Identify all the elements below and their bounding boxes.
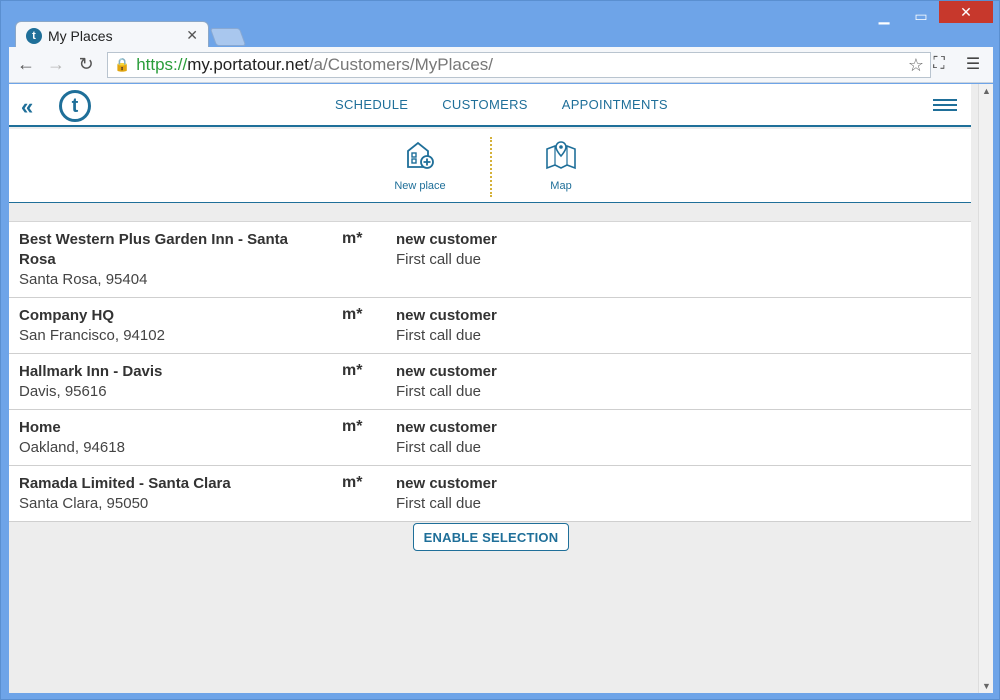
nav-customers[interactable]: CUSTOMERS: [442, 97, 528, 112]
list-item[interactable]: Ramada Limited - Santa Clara Santa Clara…: [9, 466, 971, 522]
map-button[interactable]: Map: [521, 139, 601, 192]
status-label: new customer: [396, 363, 497, 380]
map-label: Map: [550, 180, 572, 192]
places-list: Best Western Plus Garden Inn - Santa Ros…: [9, 221, 971, 522]
place-name: Home: [19, 419, 61, 436]
url-host: my.portatour.net: [187, 55, 309, 74]
lock-icon: 🔒: [114, 57, 131, 72]
list-item[interactable]: Company HQ San Francisco, 94102 m* new c…: [9, 298, 971, 354]
app-navigation: « t SCHEDULE CUSTOMERS APPOINTMENTS: [9, 84, 971, 127]
place-name: Company HQ: [19, 307, 115, 324]
place-name: Best Western Plus Garden Inn - Santa Ros…: [19, 231, 288, 268]
bookmark-star-icon[interactable]: ☆: [908, 55, 924, 76]
tab-strip: t My Places ✕ ▁ ▭ ✕: [1, 1, 1000, 49]
hamburger-menu-icon[interactable]: [933, 99, 957, 113]
status-label: new customer: [396, 231, 497, 248]
tab-close-icon[interactable]: ✕: [186, 27, 198, 44]
place-code: m*: [342, 230, 363, 247]
new-place-label: New place: [394, 180, 446, 192]
maximize-icon[interactable]: ▭: [904, 1, 938, 31]
scroll-down-icon[interactable]: ▼: [982, 681, 991, 691]
list-item[interactable]: Hallmark Inn - Davis Davis, 95616 m* new…: [9, 354, 971, 410]
list-item[interactable]: Best Western Plus Garden Inn - Santa Ros…: [9, 222, 971, 298]
status-label: new customer: [396, 475, 497, 492]
enable-selection-button[interactable]: ENABLE SELECTION: [413, 523, 569, 551]
browser-toolbar: ← → ↻ 🔒 https://my.portatour.net/a/Custo…: [9, 47, 993, 83]
place-status: new customer First call due: [396, 418, 497, 458]
status-note: First call due: [396, 251, 482, 268]
action-divider: [490, 137, 492, 197]
url-path: /a/Customers/MyPlaces/: [308, 55, 494, 74]
action-bar: New place Map: [9, 129, 971, 203]
new-place-button[interactable]: New place: [380, 139, 460, 192]
collapse-chevrons-icon[interactable]: «: [21, 94, 34, 120]
status-note: First call due: [396, 495, 482, 512]
place-status: new customer First call due: [396, 474, 497, 514]
window-close-icon[interactable]: ✕: [939, 1, 993, 23]
new-tab-button[interactable]: [209, 28, 247, 46]
status-label: new customer: [396, 419, 497, 436]
scroll-up-icon[interactable]: ▲: [982, 86, 991, 96]
map-pin-icon: [546, 141, 576, 170]
back-arrow-icon[interactable]: ←: [13, 52, 39, 78]
portatour-logo[interactable]: t: [59, 90, 91, 122]
browser-tab[interactable]: t My Places ✕: [15, 21, 209, 49]
place-code: m*: [342, 474, 363, 491]
status-label: new customer: [396, 307, 497, 324]
nav-schedule[interactable]: SCHEDULE: [335, 97, 408, 112]
reload-icon[interactable]: ↻: [73, 52, 99, 78]
portatour-favicon-icon: t: [26, 27, 42, 44]
address-bar[interactable]: 🔒 https://my.portatour.net/a/Customers/M…: [107, 52, 931, 78]
place-code: m*: [342, 418, 363, 435]
list-item[interactable]: Home Oakland, 94618 m* new customer Firs…: [9, 410, 971, 466]
tab-title: My Places: [48, 27, 113, 44]
browser-window: t My Places ✕ ▁ ▭ ✕ ← → ↻ 🔒 https://my.p…: [0, 0, 1000, 700]
status-note: First call due: [396, 439, 482, 456]
minimize-icon[interactable]: ▁: [867, 1, 901, 31]
place-status: new customer First call due: [396, 362, 497, 402]
status-note: First call due: [396, 383, 482, 400]
place-code: m*: [342, 362, 363, 379]
place-name: Hallmark Inn - Davis: [19, 363, 163, 380]
place-address: Santa Rosa, 95404: [19, 271, 148, 288]
vertical-scrollbar[interactable]: ▲ ▼: [978, 84, 993, 693]
status-note: First call due: [396, 327, 482, 344]
place-status: new customer First call due: [396, 306, 497, 346]
cast-screen-icon[interactable]: ⛶: [927, 52, 951, 76]
chrome-menu-icon[interactable]: ☰: [961, 52, 985, 76]
place-status: new customer First call due: [396, 230, 497, 270]
nav-appointments[interactable]: APPOINTMENTS: [562, 97, 668, 112]
place-name: Ramada Limited - Santa Clara: [19, 475, 231, 492]
url-scheme: https://: [136, 55, 188, 74]
place-code: m*: [342, 306, 363, 323]
page-content: « t SCHEDULE CUSTOMERS APPOINTMENTS New …: [9, 84, 993, 693]
forward-arrow-icon[interactable]: →: [43, 52, 69, 78]
building-add-icon: [407, 141, 434, 169]
